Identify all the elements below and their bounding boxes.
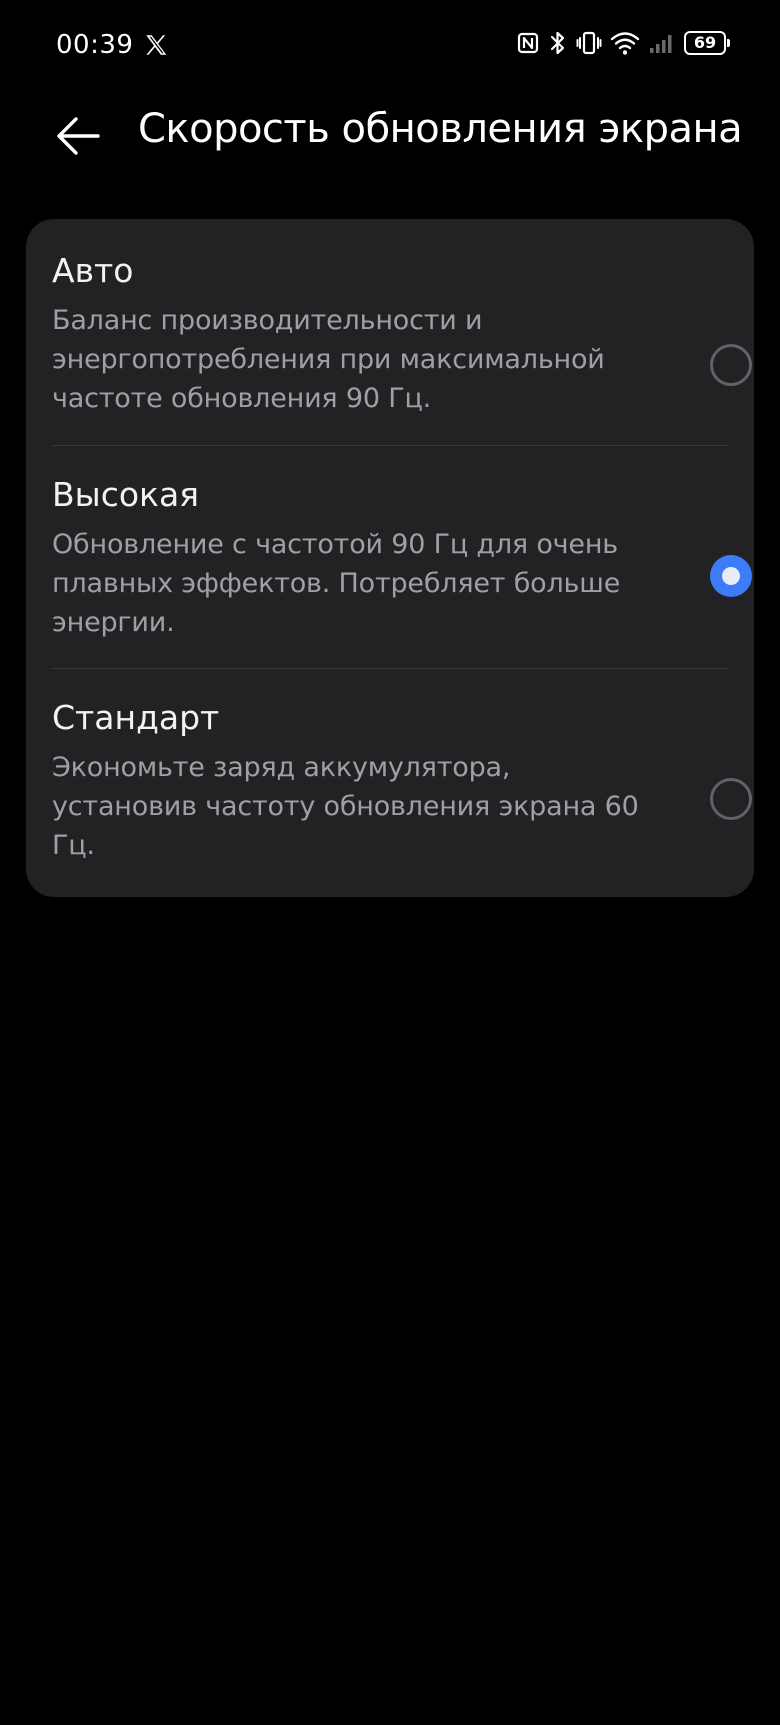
option-description: Экономьте заряд аккумулятора, установив … [52, 752, 639, 861]
battery-level: 69 [693, 33, 717, 52]
refresh-rate-options-card: Авто Баланс производительности и энергоп… [26, 219, 754, 897]
back-button[interactable] [50, 108, 106, 164]
radio-button-standard[interactable] [710, 778, 752, 820]
page-title: Скорость обновления экрана [138, 106, 743, 152]
option-title: Высокая [52, 475, 200, 514]
nfc-icon [516, 31, 540, 55]
radio-selected-dot [722, 567, 740, 585]
battery-icon: 69 [684, 31, 730, 55]
x-app-icon [143, 32, 169, 58]
status-right: 69 [516, 30, 730, 56]
vibrate-icon [576, 30, 602, 56]
option-title: Авто [52, 251, 134, 290]
radio-button-auto[interactable] [710, 344, 752, 386]
status-bar: 00:39 69 [0, 0, 780, 92]
radio-button-high[interactable] [710, 555, 752, 597]
status-time: 00:39 [56, 30, 134, 60]
option-description: Обновление с частотой 90 Гц для очень пл… [52, 529, 621, 638]
arrow-left-icon [57, 117, 100, 155]
status-left: 00:39 [56, 30, 169, 60]
bluetooth-icon [548, 30, 568, 56]
wifi-icon [610, 30, 640, 56]
app-header: Скорость обновления экрана [0, 92, 780, 176]
option-description: Баланс производительности и энергопотреб… [52, 305, 605, 414]
option-standard[interactable]: Стандарт Экономьте заряд аккумулятора, у… [52, 698, 754, 878]
option-high[interactable]: Высокая Обновление с частотой 90 Гц для … [52, 475, 754, 655]
divider [52, 445, 728, 446]
option-title: Стандарт [52, 698, 220, 737]
signal-icon [648, 30, 676, 56]
divider [52, 668, 728, 669]
option-auto[interactable]: Авто Баланс производительности и энергоп… [52, 251, 754, 431]
